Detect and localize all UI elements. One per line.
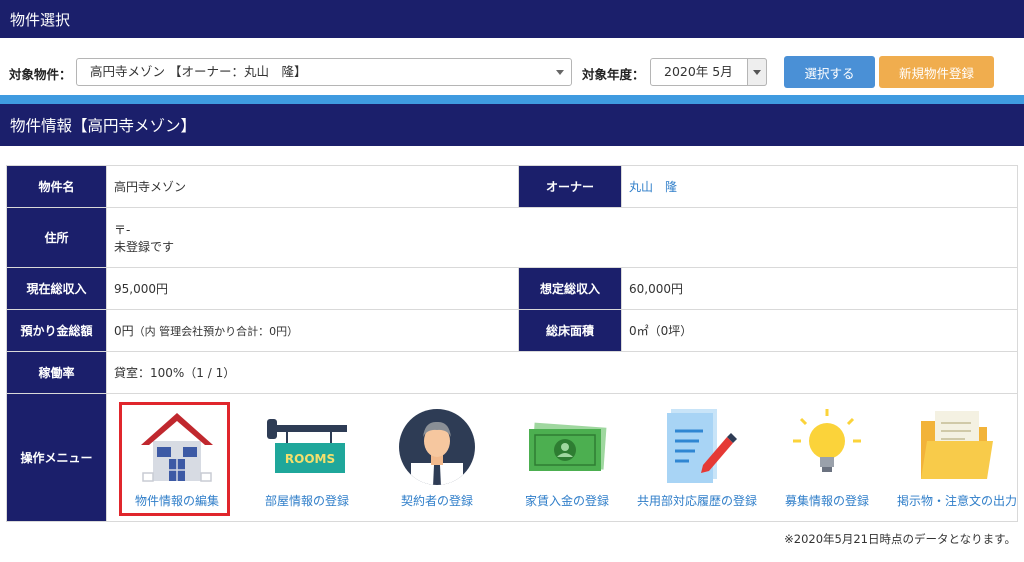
income-value: 95,000円	[106, 267, 519, 310]
address-cell: 〒- 未登録です	[106, 207, 1018, 268]
occupancy-header: 稼働率	[6, 351, 107, 394]
owner-cell: 丸山 隆	[621, 165, 1018, 208]
owner-link[interactable]: 丸山 隆	[629, 180, 677, 194]
rooms-sign-icon: ROOMS	[267, 418, 347, 473]
select-button[interactable]: 選択する	[784, 56, 875, 88]
property-select-value: 高円寺メゾン 【オーナー：丸山 隆】	[90, 64, 307, 79]
new-property-button[interactable]: 新規物件登録	[879, 56, 994, 88]
name-value: 高円寺メゾン	[106, 165, 519, 208]
table-row: 現在総収入 95,000円 想定総収入 60,000円	[6, 267, 1018, 310]
data-date-note: ※2020年5月21日時点のデータとなります。	[784, 532, 1016, 546]
address-value: 未登録です	[114, 239, 175, 254]
section-header: 物件情報【高円寺メゾン】	[0, 104, 1024, 146]
rooms-sign-text: ROOMS	[285, 452, 335, 466]
property-select[interactable]: 高円寺メゾン 【オーナー：丸山 隆】	[76, 58, 572, 86]
operation-menu: 物件情報の編集 ROOMS 部屋情報の登録 契約者の登録 家賃入金の登録 共用部…	[106, 393, 1018, 522]
table-row: 住所 〒- 未登録です	[6, 207, 1018, 268]
house-icon	[141, 412, 213, 482]
chevron-down-icon	[556, 70, 564, 75]
floor-area-header: 総床面積	[518, 309, 622, 352]
section-title: 物件情報【高円寺メゾン】	[10, 117, 197, 135]
menu-item-print-notices[interactable]: 掲示物・注意文の出力	[892, 395, 1022, 521]
year-select[interactable]: 2020年 5月	[650, 58, 767, 86]
deposit-value: 0円	[114, 324, 134, 338]
dropdown-arrow-icon[interactable]	[747, 58, 767, 86]
deposit-header: 預かり金総額	[6, 309, 107, 352]
expected-income-value: 60,000円	[621, 267, 1018, 310]
header-bar: 物件選択	[0, 0, 1024, 38]
document-pen-icon	[667, 408, 737, 483]
table-row: 稼働率 貸室：100%（1 / 1）	[6, 351, 1018, 394]
person-icon	[399, 408, 475, 485]
folder-icon	[921, 410, 993, 479]
floor-area-value: 0㎡（0坪）	[621, 309, 1018, 352]
property-selector-row: 対象物件： 高円寺メゾン 【オーナー：丸山 隆】 対象年度： 2020年 5月 …	[0, 56, 1024, 88]
menu-item-label: 掲示物・注意文の出力	[896, 493, 1017, 508]
owner-header: オーナー	[518, 165, 622, 208]
year-label: 対象年度：	[582, 67, 645, 82]
occupancy-value: 貸室：100%（1 / 1）	[106, 351, 1018, 394]
table-row: 物件名 高円寺メゾン オーナー 丸山 隆	[6, 165, 1018, 208]
income-header: 現在総収入	[6, 267, 107, 310]
year-select-value: 2020年 5月	[664, 64, 733, 79]
postal-code: 〒-	[114, 222, 131, 237]
name-header: 物件名	[6, 165, 107, 208]
deposit-note: （内 管理会社預かり合計：0円）	[133, 325, 299, 338]
header-title: 物件選択	[10, 10, 71, 29]
table-row: 預かり金総額 0円（内 管理会社預かり合計：0円） 総床面積 0㎡（0坪）	[6, 309, 1018, 352]
accent-stripe	[0, 95, 1024, 104]
property-info-table: 物件名 高円寺メゾン オーナー 丸山 隆 住所 〒- 未登録です 現在総収入 9…	[6, 165, 1018, 522]
deposit-cell: 0円（内 管理会社預かり合計：0円）	[106, 309, 519, 352]
address-header: 住所	[6, 207, 107, 268]
lightbulb-icon	[793, 408, 861, 472]
expected-income-header: 想定総収入	[518, 267, 622, 310]
property-label: 対象物件：	[9, 67, 72, 82]
table-row: 操作メニュー 物件情報の編集 ROOMS 部屋情報の登録 契約者の登録 家賃入金…	[6, 393, 1018, 522]
banknote-icon	[529, 422, 607, 471]
